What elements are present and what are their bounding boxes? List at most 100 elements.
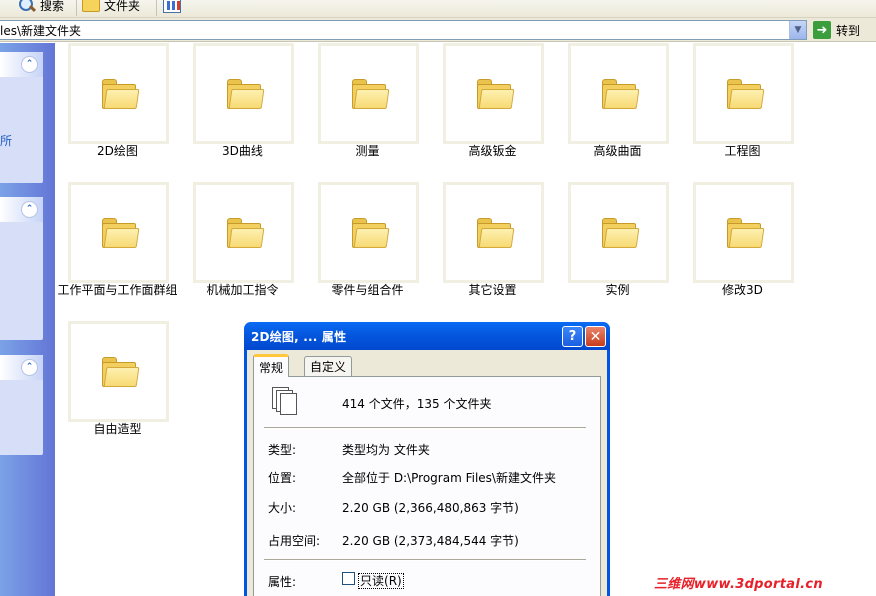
folder-thumbnail[interactable] [68, 43, 169, 144]
folder-label[interactable]: 2D绘图 [55, 144, 180, 158]
tab-custom[interactable]: 自定义 [304, 356, 353, 376]
folder-item[interactable]: 机械加工指令 [180, 182, 305, 308]
folder-item[interactable]: 3D曲线 [180, 43, 305, 169]
folder-icon [101, 356, 140, 388]
folder-thumbnail[interactable] [568, 43, 669, 144]
address-input[interactable]: les\新建文件夹 ▼ [0, 20, 807, 40]
folder-thumbnail[interactable] [318, 43, 419, 144]
folder-thumbnail[interactable] [443, 182, 544, 283]
task-pane-section-header[interactable]: ⌃ [0, 355, 43, 380]
folder-item[interactable]: 测量 [305, 43, 430, 169]
folder-thumbnail[interactable] [693, 43, 794, 144]
folder-label[interactable]: 零件与组合件 [305, 283, 430, 297]
folder-thumbnail[interactable] [68, 321, 169, 422]
folder-label[interactable]: 修改3D [680, 283, 805, 297]
size-value: 2.20 GB (2,366,480,863 字节) [342, 501, 519, 515]
watermark-logo: 三维网www.3dportal.cn [654, 577, 823, 592]
folder-thumbnail[interactable] [693, 182, 794, 283]
folder-item[interactable]: 零件与组合件 [305, 182, 430, 308]
folder-label[interactable]: 3D曲线 [180, 144, 305, 158]
search-button[interactable]: 搜索 [18, 0, 64, 16]
address-dropdown-button[interactable]: ▼ [789, 21, 806, 39]
folder-thumbnail[interactable] [568, 182, 669, 283]
go-arrow-icon: ➜ [813, 21, 831, 39]
divider [264, 427, 586, 429]
chevron-up-icon[interactable]: ⌃ [21, 56, 38, 73]
task-pane-section-header[interactable]: ⌃ [0, 197, 43, 222]
close-icon: ✕ [589, 328, 602, 345]
folder-label[interactable]: 其它设置 [430, 283, 555, 297]
type-label: 类型: [268, 443, 297, 457]
toolbar-separator [156, 0, 157, 16]
folder-label[interactable]: 工作平面与工作面群组 [55, 283, 180, 297]
folder-label[interactable]: 高级钣金 [430, 144, 555, 158]
task-pane-section: ⌃ [0, 355, 43, 455]
readonly-accesskey: (R) [384, 574, 402, 588]
folder-item[interactable]: 高级钣金 [430, 43, 555, 169]
folder-icon [476, 78, 515, 110]
task-pane-link[interactable]: 所 [0, 132, 12, 149]
folder-label[interactable]: 工程图 [680, 144, 805, 158]
tab-general[interactable]: 常规 [253, 354, 290, 377]
tab-panel-general: 414 个文件，135 个文件夹 类型: 类型均为 文件夹 位置: 全部位于 D… [253, 376, 601, 596]
readonly-text: 只读 [360, 574, 385, 588]
type-value: 类型均为 文件夹 [342, 443, 430, 457]
chevron-down-icon: ▼ [794, 25, 802, 35]
folder-item[interactable]: 2D绘图 [55, 43, 180, 169]
folder-icon [226, 217, 265, 249]
properties-dialog: 2D绘图, ... 属性 ? ✕ 常规 自定义 414 个文件，135 个文件夹… [244, 322, 610, 596]
folder-icon [226, 78, 265, 110]
disk-size-label: 占用空间: [268, 534, 321, 548]
folders-label: 文件夹 [104, 0, 141, 13]
folder-item[interactable]: 工作平面与工作面群组 [55, 182, 180, 308]
readonly-label[interactable]: 只读(R) [358, 572, 404, 589]
task-pane-section: ⌃ [0, 197, 43, 340]
help-icon: ? [568, 329, 577, 344]
folder-thumbnail[interactable] [318, 182, 419, 283]
folders-button[interactable]: 文件夹 [82, 0, 140, 16]
go-button[interactable]: ➜ 转到 [813, 21, 860, 39]
folder-label[interactable]: 高级曲面 [555, 144, 680, 158]
toolbar: 搜索 文件夹 [0, 0, 876, 18]
views-button[interactable] [163, 0, 181, 16]
folder-item[interactable]: 实例 [555, 182, 680, 308]
folder-label[interactable]: 实例 [555, 283, 680, 297]
folder-item[interactable]: 工程图 [680, 43, 805, 169]
help-button[interactable]: ? [562, 326, 583, 347]
folder-icon [476, 217, 515, 249]
folder-thumbnail[interactable] [193, 43, 294, 144]
folder-icon [101, 217, 140, 249]
multiple-files-icon [272, 387, 300, 417]
folder-icon [101, 78, 140, 110]
selection-summary: 414 个文件，135 个文件夹 [342, 397, 492, 411]
folder-item[interactable]: 其它设置 [430, 182, 555, 308]
folder-label[interactable]: 自由造型 [55, 422, 180, 436]
chevron-up-icon[interactable]: ⌃ [21, 359, 38, 376]
attributes-label: 属性: [268, 575, 297, 589]
folder-icon [726, 217, 765, 249]
folder-label[interactable]: 测量 [305, 144, 430, 158]
folder-label[interactable]: 机械加工指令 [180, 283, 305, 297]
folder-thumbnail[interactable] [443, 43, 544, 144]
close-button[interactable]: ✕ [585, 326, 606, 347]
chevron-up-icon[interactable]: ⌃ [21, 201, 38, 218]
search-icon [18, 0, 36, 14]
folder-item[interactable]: 自由造型 [55, 321, 180, 447]
folder-item[interactable]: 修改3D [680, 182, 805, 308]
dialog-titlebar[interactable]: 2D绘图, ... 属性 ? ✕ [244, 322, 610, 350]
divider [264, 559, 586, 561]
folder-item[interactable]: 高级曲面 [555, 43, 680, 169]
folder-icon [726, 78, 765, 110]
folder-thumbnail[interactable] [68, 182, 169, 283]
views-icon [163, 0, 181, 13]
folder-icon [351, 78, 390, 110]
folder-icon [601, 217, 640, 249]
task-pane: ⌃ 所 ⌃ ⌃ [0, 43, 55, 596]
task-pane-section-header[interactable]: ⌃ [0, 52, 43, 77]
readonly-checkbox[interactable] [342, 572, 355, 585]
location-value: 全部位于 D:\Program Files\新建文件夹 [342, 471, 556, 485]
folder-icon [351, 217, 390, 249]
location-label: 位置: [268, 471, 297, 485]
folder-thumbnail[interactable] [193, 182, 294, 283]
address-path: les\新建文件夹 [0, 23, 82, 38]
